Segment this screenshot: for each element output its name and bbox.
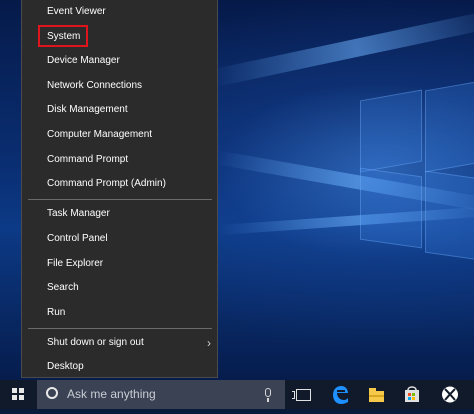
- file-explorer-icon: [369, 388, 384, 402]
- search-input[interactable]: Ask me anything: [67, 380, 156, 409]
- menu-item-disk-management[interactable]: Disk Management: [22, 98, 217, 122]
- menu-item-shut-down[interactable]: Shut down or sign out ›: [22, 331, 217, 355]
- light-beam: [208, 7, 474, 88]
- menu-item-task-manager[interactable]: Task Manager: [22, 202, 217, 226]
- menu-item-run[interactable]: Run: [22, 301, 217, 325]
- window-logo-pane: [425, 79, 474, 173]
- menu-item-search[interactable]: Search: [22, 276, 217, 300]
- xbox-icon: [442, 386, 458, 403]
- task-view-icon-edge: [292, 391, 295, 399]
- menu-item-file-explorer[interactable]: File Explorer: [22, 252, 217, 276]
- menu-item-label: Shut down or sign out: [47, 337, 144, 348]
- store-button[interactable]: [394, 380, 430, 409]
- menu-divider: [28, 328, 212, 329]
- power-user-menu: Event Viewer System Device Manager Netwo…: [21, 0, 218, 378]
- xbox-button[interactable]: [432, 380, 468, 409]
- window-logo-pane: [425, 170, 474, 262]
- menu-divider: [28, 199, 212, 200]
- store-icon: [405, 386, 419, 402]
- menu-item-device-manager[interactable]: Device Manager: [22, 49, 217, 73]
- file-explorer-button[interactable]: [358, 380, 394, 409]
- task-view-icon: [296, 389, 311, 401]
- menu-item-network-connections[interactable]: Network Connections: [22, 74, 217, 98]
- cortana-icon: [46, 387, 58, 399]
- taskbar: Ask me anything: [0, 380, 474, 409]
- start-button[interactable]: [0, 380, 36, 409]
- edge-icon: [333, 386, 348, 404]
- microphone-stand: [267, 398, 269, 402]
- menu-item-command-prompt[interactable]: Command Prompt: [22, 148, 217, 172]
- edge-button[interactable]: [322, 380, 358, 409]
- microphone-icon[interactable]: [265, 388, 271, 397]
- menu-item-computer-management[interactable]: Computer Management: [22, 123, 217, 147]
- search-box[interactable]: Ask me anything: [37, 380, 285, 409]
- window-logo-pane: [360, 167, 422, 249]
- task-view-button[interactable]: [286, 380, 322, 409]
- menu-item-command-prompt-admin[interactable]: Command Prompt (Admin): [22, 172, 217, 196]
- windows-start-icon: [12, 388, 24, 400]
- menu-item-event-viewer[interactable]: Event Viewer: [22, 0, 217, 24]
- menu-item-desktop[interactable]: Desktop: [22, 355, 217, 379]
- window-logo-pane: [360, 89, 422, 173]
- menu-item-control-panel[interactable]: Control Panel: [22, 227, 217, 251]
- chevron-right-icon: ›: [207, 336, 211, 350]
- highlight-box: [38, 25, 88, 47]
